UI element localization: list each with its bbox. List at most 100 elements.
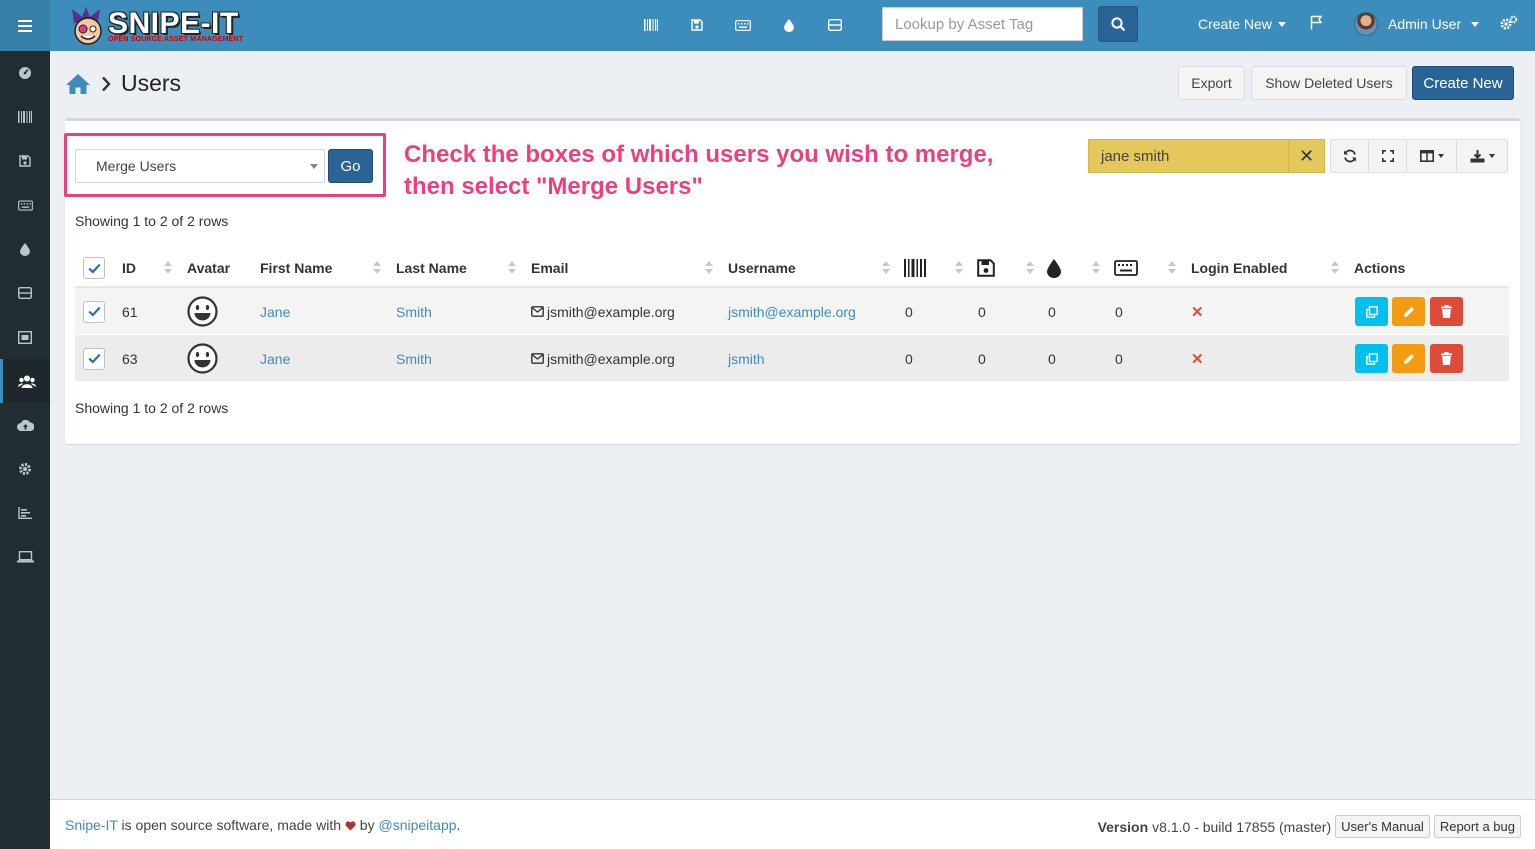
edit-button[interactable] <box>1392 344 1425 373</box>
cell-last-name[interactable]: Smith <box>396 335 432 382</box>
sort-icon[interactable] <box>1331 261 1339 275</box>
sidebar-item-components[interactable] <box>0 271 50 315</box>
snipeit-link[interactable]: Snipe-IT <box>65 817 118 833</box>
app-logo[interactable]: SNIPE-IT OPEN SOURCE ASSET MANAGEMENT <box>68 4 243 48</box>
th-id[interactable]: ID <box>122 248 136 288</box>
sort-icon[interactable] <box>1168 261 1176 275</box>
barcode-icon <box>18 111 32 123</box>
table-search-input[interactable]: jane smith <box>1088 139 1288 173</box>
clone-icon <box>1365 305 1378 318</box>
bulk-action-select[interactable]: Merge Users <box>75 149 325 183</box>
lookup-search-button[interactable] <box>1098 6 1138 42</box>
sidebar-item-consumables[interactable] <box>0 227 50 271</box>
version-text: v8.1.0 - build 17855 (master) <box>1152 818 1332 835</box>
sort-icon[interactable] <box>1026 261 1034 275</box>
th-email[interactable]: Email <box>531 248 568 288</box>
clone-icon <box>1365 352 1378 365</box>
clone-button[interactable] <box>1355 297 1388 326</box>
sidebar-item-accessories[interactable] <box>0 183 50 227</box>
th-licenses[interactable] <box>977 248 995 288</box>
cell-assets-count: 0 <box>905 303 913 320</box>
th-avatar: Avatar <box>187 260 231 276</box>
sidebar-item-settings[interactable] <box>0 447 50 491</box>
clone-button[interactable] <box>1355 344 1388 373</box>
row-checkbox[interactable] <box>83 335 105 382</box>
licenses-nav-button[interactable] <box>674 13 720 37</box>
sort-icon[interactable] <box>705 261 713 275</box>
export-dropdown-button[interactable] <box>1456 139 1508 173</box>
delete-button[interactable] <box>1430 297 1463 326</box>
columns-toggle-button[interactable] <box>1406 139 1457 173</box>
fullscreen-button[interactable] <box>1368 139 1407 173</box>
sidebar-item-import[interactable] <box>0 403 50 447</box>
cell-username[interactable]: jsmith <box>728 335 765 382</box>
th-first-name[interactable]: First Name <box>260 248 332 288</box>
th-accessories[interactable] <box>1114 248 1138 288</box>
sidebar-item-assets[interactable] <box>0 95 50 139</box>
sort-icon[interactable] <box>373 261 381 275</box>
cell-email[interactable]: jsmith@example.org <box>531 288 675 335</box>
users-manual-button[interactable]: User's Manual <box>1335 815 1430 838</box>
sidebar-item-users[interactable] <box>0 359 50 403</box>
th-username[interactable]: Username <box>728 248 796 288</box>
snipeitapp-link[interactable]: @snipeitapp <box>378 817 456 833</box>
show-deleted-users-button[interactable]: Show Deleted Users <box>1251 66 1407 100</box>
refresh-button[interactable] <box>1330 139 1369 173</box>
cell-accessories-count: 0 <box>1115 303 1123 320</box>
cell-email[interactable]: jsmith@example.org <box>531 335 675 382</box>
home-icon[interactable] <box>65 73 91 95</box>
logo-mascot-icon <box>72 7 102 45</box>
create-new-button[interactable]: Create New <box>1412 66 1514 100</box>
th-login-enabled[interactable]: Login Enabled <box>1191 248 1287 288</box>
clear-search-button[interactable]: ✕ <box>1288 139 1325 173</box>
cell-first-name[interactable]: Jane <box>260 288 290 335</box>
pagination-info-top: Showing 1 to 2 of 2 rows <box>75 213 229 229</box>
cell-last-name[interactable]: Smith <box>396 288 432 335</box>
assets-nav-button[interactable] <box>628 13 674 37</box>
delete-button[interactable] <box>1430 344 1463 373</box>
annotation-line-2: then select "Merge Users" <box>404 173 703 200</box>
sort-icon[interactable] <box>882 261 890 275</box>
caret-down-icon <box>1437 154 1444 158</box>
report-bug-button[interactable]: Report a bug <box>1433 815 1521 838</box>
export-button[interactable]: Export <box>1178 66 1245 100</box>
alerts-button[interactable] <box>1310 15 1323 33</box>
sidebar-item-kits[interactable] <box>0 315 50 359</box>
users-table: ID Avatar First Name Last Name Email Use… <box>75 248 1509 382</box>
components-nav-button[interactable] <box>812 13 858 37</box>
th-last-name[interactable]: Last Name <box>396 248 467 288</box>
row-checkbox[interactable] <box>83 288 105 335</box>
asset-tag-lookup-input[interactable] <box>882 7 1083 41</box>
sort-icon[interactable] <box>508 261 516 275</box>
accessories-nav-button[interactable] <box>720 13 766 37</box>
expand-icon <box>1381 150 1394 162</box>
edit-button[interactable] <box>1392 297 1425 326</box>
admin-settings-button[interactable] <box>1500 15 1518 34</box>
drop-icon <box>20 242 30 256</box>
reports-icon <box>18 507 32 519</box>
th-consumables[interactable] <box>1047 248 1061 288</box>
sidebar-item-requestable[interactable] <box>0 535 50 579</box>
cell-first-name[interactable]: Jane <box>260 335 290 382</box>
consumables-nav-button[interactable] <box>766 13 812 37</box>
sort-icon[interactable] <box>1092 261 1100 275</box>
sidebar-toggle-button[interactable] <box>0 0 50 51</box>
sidebar-item-licenses[interactable] <box>0 139 50 183</box>
go-button[interactable]: Go <box>328 149 373 183</box>
search-value: jane smith <box>1101 147 1170 165</box>
sidebar-item-dashboard[interactable] <box>0 51 50 95</box>
sidebar-item-reports[interactable] <box>0 491 50 535</box>
th-assets[interactable] <box>904 248 926 288</box>
select-all-checkbox[interactable] <box>83 248 105 288</box>
sort-icon[interactable] <box>955 261 963 275</box>
floppy-icon <box>19 155 31 167</box>
cell-username[interactable]: jsmith@example.org <box>728 288 856 335</box>
create-new-dropdown[interactable]: Create New <box>1198 16 1286 32</box>
user-menu-dropdown[interactable]: Admin User <box>1354 12 1480 36</box>
keyboard-icon <box>17 199 33 211</box>
drop-icon <box>784 18 794 32</box>
version-label: Version <box>1097 818 1149 835</box>
chevron-right-icon <box>102 76 111 91</box>
footer-version-area: Version v8.1.0 - build 17855 (master) Us… <box>1098 815 1521 838</box>
sort-icon[interactable] <box>164 261 172 275</box>
